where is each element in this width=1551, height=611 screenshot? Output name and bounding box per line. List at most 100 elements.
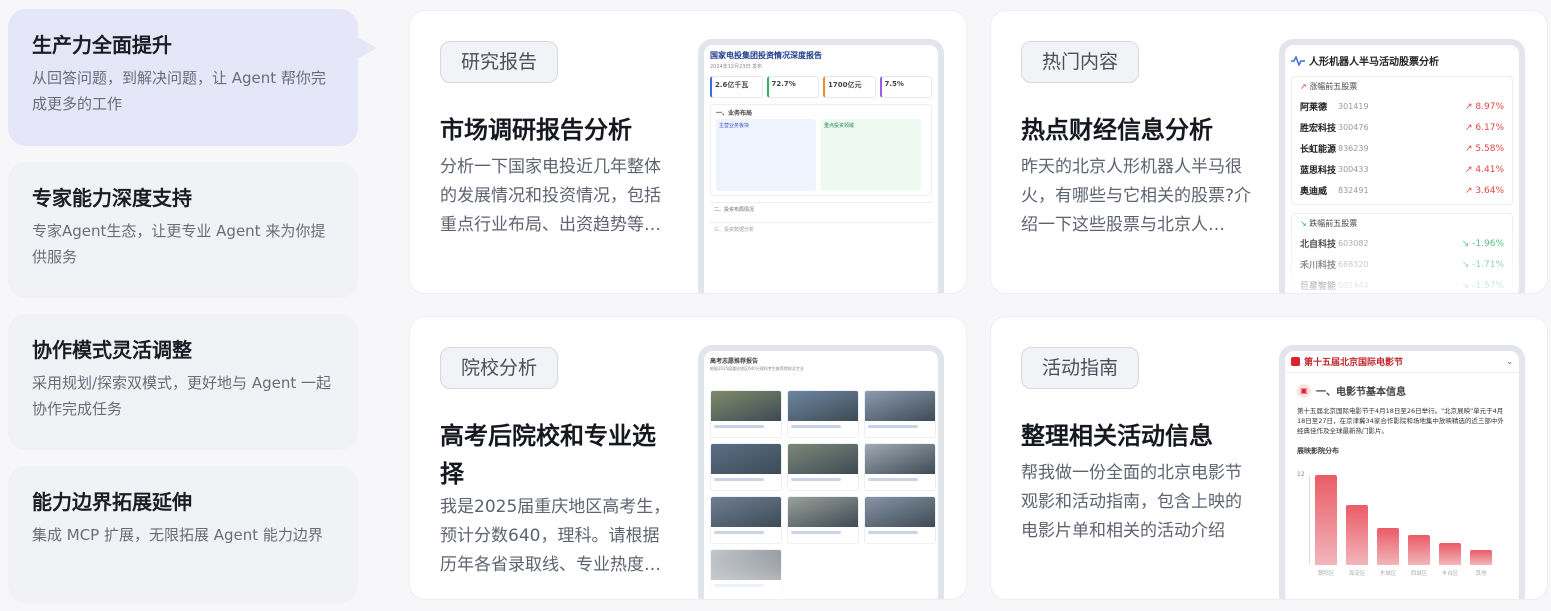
stock-row: 胜宏科技 300476 ↗ 6.17% bbox=[1292, 117, 1512, 138]
college-photo bbox=[711, 391, 781, 421]
college-card bbox=[787, 390, 859, 438]
college-card bbox=[864, 443, 936, 491]
chart-bar bbox=[1408, 535, 1430, 565]
card-tag: 院校分析 bbox=[440, 347, 559, 389]
college-info bbox=[868, 425, 918, 428]
stock-name: 奥迪威 bbox=[1300, 187, 1328, 197]
example-card-finance[interactable]: 热门内容 热点财经信息分析 昨天的北京人形机器人半马很火，有哪些与它相关的股票?… bbox=[990, 10, 1548, 294]
stock-name: 蓝思科技 bbox=[1300, 166, 1337, 176]
stock-code: 301419 bbox=[1338, 102, 1369, 111]
preview-section-title: 一、业务布局 bbox=[716, 110, 753, 117]
sidebar-item-expert[interactable]: 专家能力深度支持 专家Agent生态，让更专业 Agent 来为你提供服务 bbox=[8, 162, 358, 298]
sidebar-item-title: 协作模式灵活调整 bbox=[32, 338, 192, 362]
card-desc: 帮我做一份全面的北京电影节观影和活动指南，包含上映的电影片单和相关的活动介绍 bbox=[1021, 463, 1242, 541]
card-preview: 第十五届北京国际电影节 ⌄ ▣ 一、电影节基本信息 第十五届北京国际电影节于4月… bbox=[1279, 345, 1525, 599]
preview-paragraph: 第十五届北京国际电影节于4月18日至26日举行。"北京展映"单元于4月18日至2… bbox=[1297, 407, 1504, 435]
stock-change: ↗ 4.41% bbox=[1465, 164, 1504, 175]
stock-row: 长虹能源 836239 ↗ 5.58% bbox=[1292, 138, 1512, 159]
sidebar-item-title: 能力边界拓展延伸 bbox=[32, 490, 192, 514]
stock-name: 阿莱德 bbox=[1300, 103, 1328, 113]
sidebar-item-mcp[interactable]: 能力边界拓展延伸 集成 MCP 扩展，无限拓展 Agent 能力边界 bbox=[8, 466, 358, 603]
college-photo bbox=[711, 497, 781, 527]
sidebar-item-desc: 专家Agent生态，让更专业 Agent 来为你提供服务 bbox=[32, 222, 326, 266]
college-photo bbox=[788, 497, 858, 527]
college-card bbox=[710, 443, 782, 491]
card-tag: 热门内容 bbox=[1021, 41, 1140, 83]
active-pointer bbox=[357, 37, 377, 59]
stock-code: 300476 bbox=[1338, 123, 1369, 132]
college-info bbox=[791, 425, 841, 428]
card-preview: 人形机器人半马活动股票分析 ↗ 涨幅前五股票 阿莱德 301419 ↗ 8.97% 胜… bbox=[1279, 39, 1525, 293]
preview-subtitle: 2024年12月23日 发布 bbox=[710, 64, 763, 70]
chart-bar bbox=[1315, 475, 1337, 565]
college-info bbox=[714, 478, 764, 481]
stock-change: ↗ 8.97% bbox=[1465, 101, 1504, 112]
stock-change: ↗ 6.17% bbox=[1465, 122, 1504, 133]
preview-section: 一、业务布局 主营业务板块 重点投资领域 bbox=[710, 104, 932, 196]
college-photo bbox=[865, 391, 935, 421]
stock-code: 300433 bbox=[1338, 165, 1369, 174]
college-photo bbox=[788, 444, 858, 474]
card-desc: 分析一下国家电投近几年整体的发展情况和投资情况，包括重点行业布局、出资趋势等… bbox=[440, 157, 661, 235]
card-title: 市场调研报告分析 bbox=[440, 116, 632, 144]
calendar-icon bbox=[1291, 357, 1300, 366]
card-tag: 研究报告 bbox=[440, 41, 559, 83]
sidebar-item-desc: 采用规划/探索双模式，更好地与 Agent 一起协作完成任务 bbox=[32, 374, 331, 418]
stock-code: 836239 bbox=[1338, 144, 1369, 153]
preview-title: 人形机器人半马活动股票分析 bbox=[1309, 57, 1439, 68]
chevron-down-icon: ⌄ bbox=[1506, 357, 1513, 366]
preview-section-title: 二、投资布局情况 bbox=[710, 202, 932, 216]
sidebar-item-desc: 从回答问题，到解决问题，让 Agent 帮你完成更多的工作 bbox=[32, 69, 326, 113]
stock-code: 832491 bbox=[1338, 186, 1369, 195]
stock-row: 蓝思科技 300433 ↗ 4.41% bbox=[1292, 159, 1512, 180]
stock-row: 奥迪威 832491 ↗ 3.64% bbox=[1292, 180, 1512, 201]
college-card bbox=[710, 390, 782, 438]
stock-row: 阿莱德 301419 ↗ 8.97% bbox=[1292, 96, 1512, 117]
sidebar-item-productivity[interactable]: 生产力全面提升 从回答问题，到解决问题，让 Agent 帮你完成更多的工作 bbox=[8, 9, 358, 146]
college-info bbox=[868, 478, 918, 481]
card-title: 热点财经信息分析 bbox=[1021, 116, 1213, 144]
college-info bbox=[791, 478, 841, 481]
example-card-college[interactable]: 院校分析 高考后院校和专业选择 我是2025届重庆地区高考生，预计分数640，理… bbox=[409, 316, 967, 600]
preview-box: 重点投资领域 bbox=[821, 119, 921, 191]
card-preview: 国家电投集团投资情况深度报告 2024年12月23日 发布 2.6亿千瓦 72.… bbox=[698, 39, 944, 293]
sidebar-item-desc: 集成 MCP 扩展，无限拓展 Agent 能力边界 bbox=[32, 526, 323, 544]
trend-down-icon: ↘ bbox=[1300, 219, 1307, 228]
college-photo bbox=[711, 444, 781, 474]
preview-title: 第十五届北京国际电影节 bbox=[1304, 358, 1404, 368]
preview-header: 第十五届北京国际电影节 ⌄ bbox=[1285, 351, 1519, 373]
preview-header: 人形机器人半马活动股票分析 bbox=[1285, 45, 1519, 72]
kpi-card: 7.5% bbox=[879, 76, 932, 98]
kpi-card: 72.7% bbox=[766, 76, 819, 98]
college-card bbox=[864, 390, 936, 438]
kpi-card: 2.6亿千瓦 bbox=[710, 76, 763, 98]
y-axis bbox=[1309, 475, 1310, 565]
preview-box: 主营业务板块 bbox=[716, 119, 816, 191]
chart-bar bbox=[1377, 527, 1399, 565]
stock-name: 长虹能源 bbox=[1300, 145, 1337, 155]
up-list: ↗ 涨幅前五股票 阿莱德 301419 ↗ 8.97% 胜宏科技 300476 ↗ 6.1… bbox=[1291, 76, 1513, 205]
sidebar-item-collab[interactable]: 协作模式灵活调整 采用规划/探索双模式，更好地与 Agent 一起协作完成任务 bbox=[8, 314, 358, 450]
preview-title: 高考志愿推荐报告 bbox=[710, 358, 759, 365]
stock-change: ↗ 5.58% bbox=[1465, 143, 1504, 154]
card-title: 整理相关活动信息 bbox=[1021, 422, 1213, 450]
calendar-small-icon: ▣ bbox=[1297, 383, 1311, 398]
trend-up-icon: ↗ bbox=[1300, 82, 1307, 91]
card-desc: 我是2025届重庆地区高考生，预计分数640，理科。请根据历年各省录取线、专业热… bbox=[440, 497, 671, 575]
preview-section-title: ▣ 一、电影节基本信息 bbox=[1285, 373, 1519, 404]
sidebar-item-title: 生产力全面提升 bbox=[32, 33, 172, 57]
y-tick-label: 12 bbox=[1297, 471, 1305, 478]
card-preview: 高考志愿推荐报告 根据2025届重庆地区640分理科考生推荐院校及专业 bbox=[698, 345, 944, 599]
kpi-card: 1700亿元 bbox=[823, 76, 876, 98]
example-card-research[interactable]: 研究报告 市场调研报告分析 分析一下国家电投近几年整体的发展情况和投资情况，包括… bbox=[409, 10, 967, 294]
stock-name: 胜宏科技 bbox=[1300, 124, 1337, 134]
example-card-festival[interactable]: 活动指南 整理相关活动信息 帮我做一份全面的北京电影节观影和活动指南，包含上映的… bbox=[990, 316, 1548, 600]
college-photo bbox=[865, 444, 935, 474]
college-photo bbox=[865, 497, 935, 527]
card-tag: 活动指南 bbox=[1021, 347, 1140, 389]
chart-bar bbox=[1470, 550, 1492, 565]
college-info bbox=[714, 425, 764, 428]
college-photo bbox=[788, 391, 858, 421]
college-card bbox=[787, 443, 859, 491]
pulse-icon bbox=[1291, 55, 1305, 66]
